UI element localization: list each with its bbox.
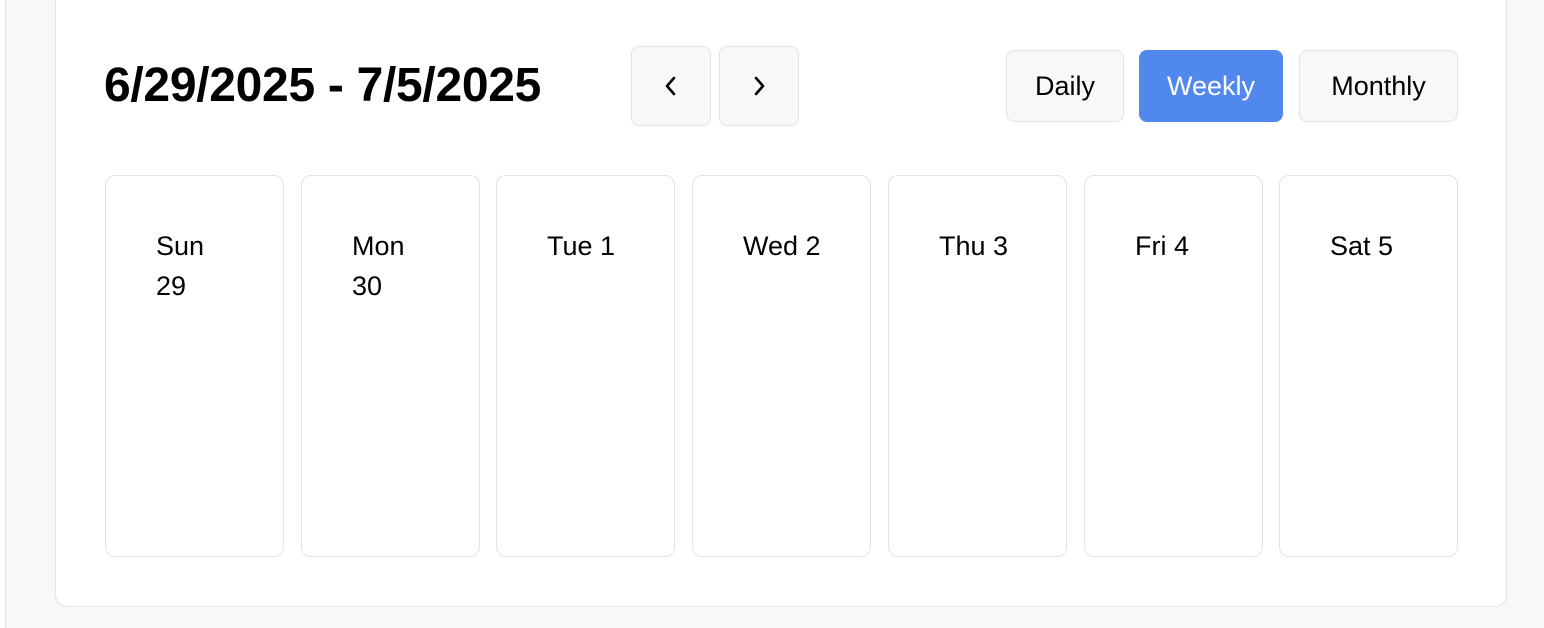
- day-column-wed[interactable]: Wed 2: [692, 175, 871, 557]
- day-column-mon[interactable]: Mon 30: [301, 175, 480, 557]
- day-column-sun[interactable]: Sun 29: [105, 175, 284, 557]
- day-column-thu[interactable]: Thu 3: [888, 175, 1067, 557]
- next-week-button[interactable]: [719, 46, 799, 126]
- day-column-fri[interactable]: Fri 4: [1084, 175, 1263, 557]
- day-label: Fri 4: [1135, 231, 1189, 261]
- day-label: Tue 1: [547, 231, 616, 261]
- day-column-sat[interactable]: Sat 5: [1279, 175, 1458, 557]
- day-column-tue[interactable]: Tue 1: [496, 175, 675, 557]
- date-range-title: 6/29/2025 - 7/5/2025: [104, 59, 542, 112]
- day-label: Wed 2: [743, 231, 821, 261]
- day-label: Sat 5: [1330, 231, 1394, 261]
- previous-week-button[interactable]: [631, 46, 711, 126]
- weekly-view-button[interactable]: Weekly: [1139, 50, 1283, 122]
- daily-view-button[interactable]: Daily: [1006, 50, 1124, 122]
- chevron-right-icon: [751, 74, 767, 98]
- day-label: Sun 29: [156, 231, 205, 301]
- monthly-view-button[interactable]: Monthly: [1299, 50, 1458, 122]
- day-label: Thu 3: [939, 231, 1009, 261]
- chevron-left-icon: [663, 74, 679, 98]
- day-label: Mon 30: [352, 231, 405, 301]
